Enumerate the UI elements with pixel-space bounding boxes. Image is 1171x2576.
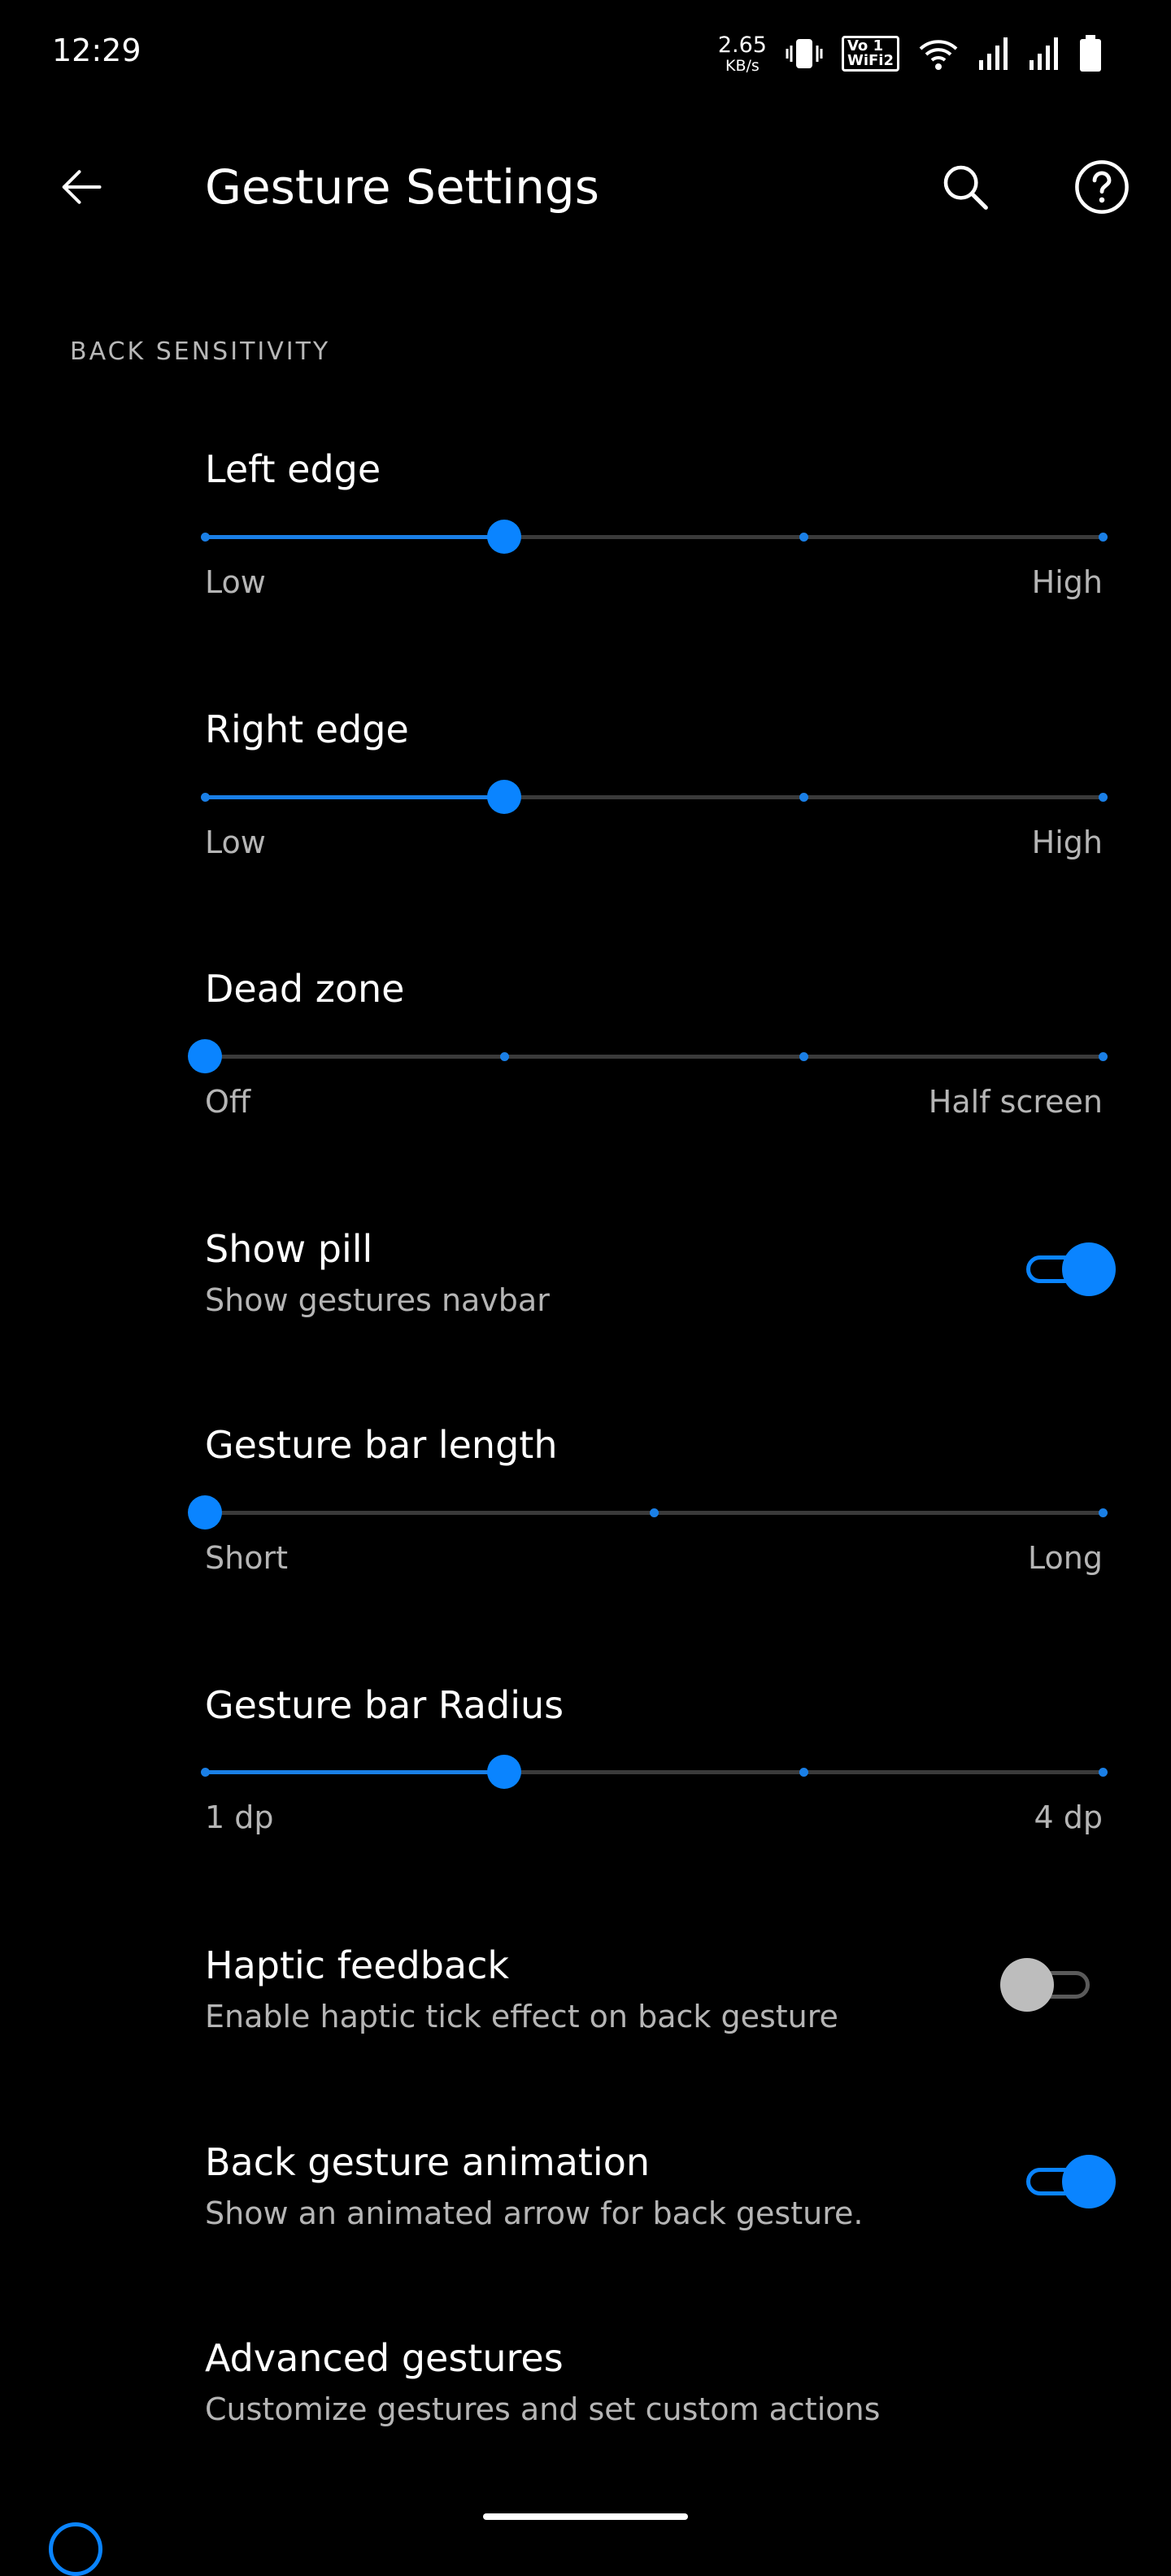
battery-icon: [1078, 34, 1103, 73]
gesture-bar-radius-max-label: 4 dp: [1034, 1799, 1104, 1835]
slider-thumb[interactable]: [487, 520, 521, 554]
arrow-left-icon: [62, 170, 102, 204]
dead-zone-min-label: Off: [205, 1084, 251, 1120]
gesture-bar-radius-slider[interactable]: [201, 1747, 1108, 1796]
haptic-feedback-toggle[interactable]: [1000, 1958, 1095, 2012]
signal-sim1-icon: [977, 36, 1010, 72]
volte-wifi-icon: Vo 1 WiFi2: [841, 36, 899, 72]
right-edge-min-label: Low: [205, 825, 266, 860]
dead-zone-max-label: Half screen: [928, 1084, 1103, 1120]
slider-thumb[interactable]: [188, 1039, 222, 1073]
network-speed-value: 2.65: [717, 32, 767, 58]
status-time: 12:29: [52, 33, 141, 68]
slider-tick: [500, 1052, 509, 1061]
slider-tick: [799, 793, 808, 802]
left-edge-min-label: Low: [205, 564, 266, 600]
toggle-thumb: [1000, 1958, 1054, 2012]
app-bar: Gesture Settings: [0, 122, 1171, 252]
search-button[interactable]: [925, 146, 1006, 228]
slider-tick: [1099, 1508, 1108, 1517]
search-icon: [943, 165, 988, 210]
slider-tick: [201, 1768, 210, 1777]
status-bar: 12:29 2.65 KB/s Vo 1 WiFi2: [0, 0, 1171, 106]
slider-fill: [205, 795, 504, 799]
wifi-icon: [917, 34, 960, 73]
gesture-bar-length-slider[interactable]: [188, 1488, 1108, 1537]
haptic-feedback-summary: Enable haptic tick effect on back gestur…: [205, 1999, 838, 2034]
slider-fill: [205, 535, 504, 539]
dead-zone-title: Dead zone: [205, 967, 405, 1011]
volte-bottom-label: WiFi2: [847, 52, 894, 69]
network-speed-unit: KB/s: [725, 56, 760, 75]
partial-next-item-icon: [49, 2522, 102, 2576]
dead-zone-slider[interactable]: [188, 1032, 1108, 1081]
gesture-bar-length-max-label: Long: [1028, 1540, 1103, 1576]
slider-tick: [201, 793, 210, 802]
gesture-bar-radius-title: Gesture bar Radius: [205, 1683, 564, 1727]
advanced-gestures-title[interactable]: Advanced gestures: [205, 2336, 564, 2380]
right-edge-title: Right edge: [205, 707, 409, 751]
gesture-bar-length-title: Gesture bar length: [205, 1423, 558, 1467]
advanced-gestures-summary: Customize gestures and set custom action…: [205, 2391, 881, 2427]
right-edge-max-label: High: [1031, 825, 1103, 860]
toggle-thumb: [1062, 1242, 1116, 1296]
section-header-back-sensitivity: BACK SENSITIVITY: [70, 337, 331, 366]
gesture-bar-length-min-label: Short: [205, 1540, 288, 1576]
slider-tick: [1099, 533, 1108, 542]
slider-tick: [1099, 793, 1108, 802]
slider-thumb[interactable]: [188, 1495, 222, 1530]
gesture-bar-radius-min-label: 1 dp: [205, 1799, 274, 1835]
left-edge-max-label: High: [1031, 564, 1103, 600]
slider-tick: [1099, 1052, 1108, 1061]
left-edge-title: Left edge: [205, 447, 381, 491]
back-gesture-animation-title: Back gesture animation: [205, 2140, 651, 2184]
back-button[interactable]: [41, 146, 122, 228]
slider-tick: [1099, 1768, 1108, 1777]
slider-tick: [799, 533, 808, 542]
slider-thumb[interactable]: [487, 780, 521, 814]
slider-fill: [205, 1770, 504, 1774]
gesture-nav-handle[interactable]: [483, 2513, 688, 2520]
slider-tick: [650, 1508, 659, 1517]
slider-tick: [799, 1052, 808, 1061]
vibrate-icon: [785, 34, 824, 73]
help-circle-icon: [1075, 160, 1129, 214]
slider-tick: [799, 1768, 808, 1777]
show-pill-summary: Show gestures navbar: [205, 1282, 550, 1318]
back-gesture-animation-summary: Show an animated arrow for back gesture.: [205, 2195, 864, 2231]
slider-thumb[interactable]: [487, 1755, 521, 1789]
slider-tick: [201, 533, 210, 542]
slider-track: [205, 1055, 1103, 1059]
status-icons: 2.65 KB/s Vo 1 WiFi2: [718, 31, 1103, 76]
network-speed: 2.65 KB/s: [718, 34, 767, 74]
right-edge-slider[interactable]: [201, 772, 1108, 821]
haptic-feedback-title: Haptic feedback: [205, 1943, 510, 1987]
signal-sim2-icon: [1028, 36, 1060, 72]
back-gesture-animation-toggle[interactable]: [1021, 2155, 1116, 2208]
show-pill-toggle[interactable]: [1021, 1242, 1116, 1296]
page-title: Gesture Settings: [205, 159, 599, 215]
toggle-thumb: [1062, 2155, 1116, 2208]
show-pill-title: Show pill: [205, 1227, 373, 1271]
help-button[interactable]: [1061, 146, 1143, 228]
left-edge-slider[interactable]: [201, 512, 1108, 561]
